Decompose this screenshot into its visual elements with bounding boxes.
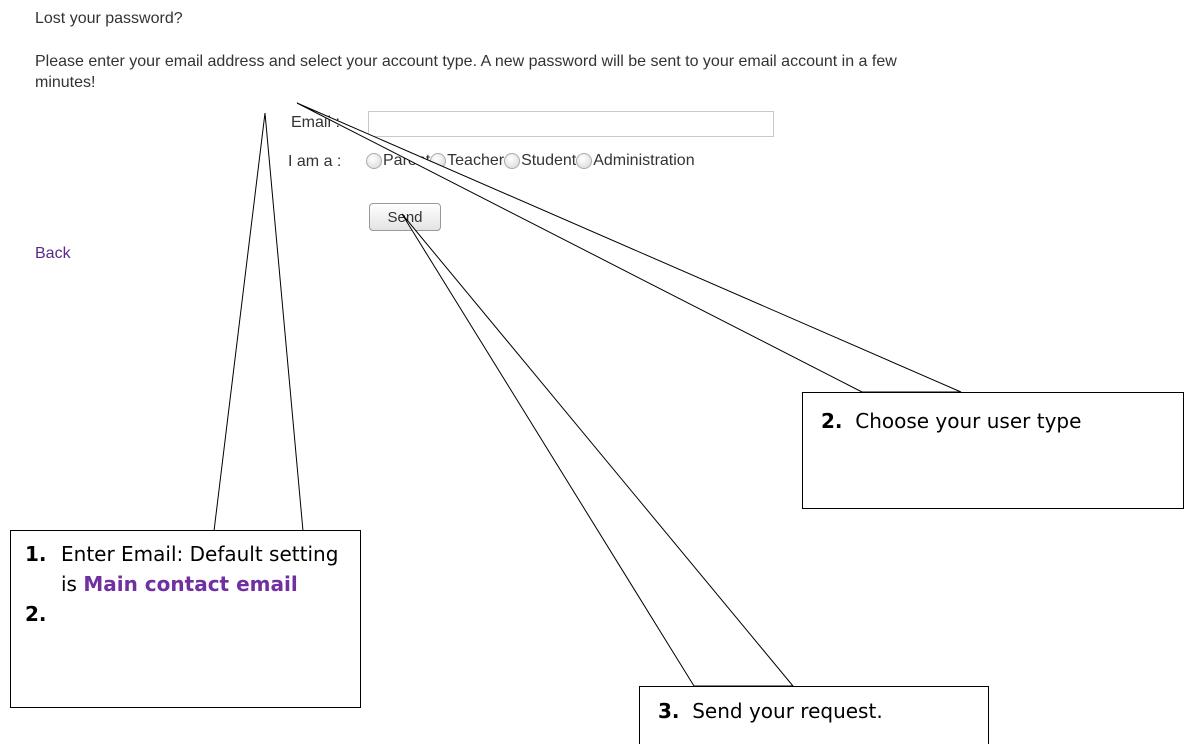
callout-send-request: 3. Send your request. [639, 686, 989, 744]
callout2-leader [296, 102, 962, 393]
callout-enter-email: 1. Enter Email: Default setting is Main … [10, 530, 361, 708]
callout-user-type: 2. Choose your user type [802, 392, 1184, 509]
callout3-number: 3. [658, 699, 680, 723]
callout2-number: 2. [821, 409, 843, 433]
callout2-text: Choose your user type [855, 409, 1082, 433]
callout1-highlight: Main contact email [83, 572, 298, 596]
callout3-leader [401, 213, 795, 687]
callout1-number-2: 2. [25, 602, 47, 626]
callout1-leader [213, 112, 304, 532]
callout1-number: 1. [25, 542, 47, 566]
callout3-text: Send your request. [692, 699, 883, 723]
